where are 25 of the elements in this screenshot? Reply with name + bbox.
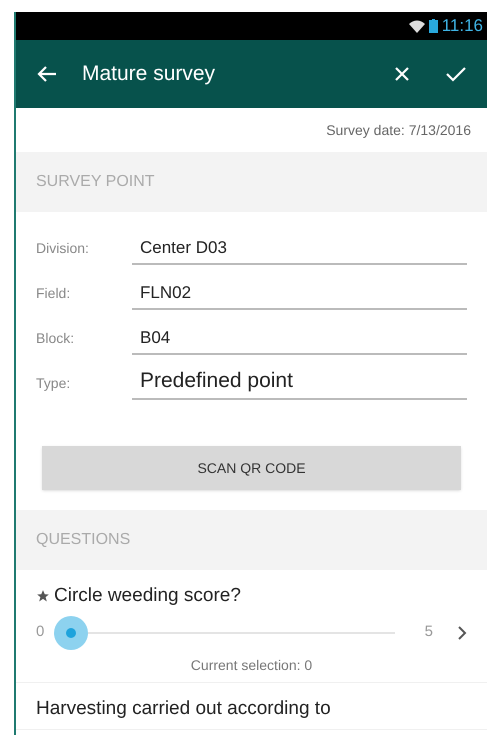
input-field[interactable]: Center D03 <box>132 237 467 265</box>
input-field[interactable]: FLN02 <box>132 282 467 310</box>
survey-date: Survey date: 7/13/2016 <box>326 120 471 140</box>
screen-title: Mature survey <box>82 61 216 88</box>
slider-max: 5 <box>424 622 433 642</box>
status-time: 11:16 <box>442 15 483 38</box>
chevron-right-icon[interactable] <box>457 624 467 640</box>
wifi-icon <box>408 20 425 32</box>
section-title: QUESTIONS <box>36 530 130 550</box>
input-field[interactable]: Predefined point <box>132 368 467 400</box>
field-label: Field: <box>36 284 72 303</box>
question-text: Harvesting carried out according to <box>36 696 331 720</box>
slider-min: 0 <box>36 622 46 642</box>
back-arrow-icon <box>37 65 57 83</box>
close-icon <box>394 66 410 82</box>
section-title: SURVEY POINT <box>36 172 155 192</box>
scan-qr-button[interactable]: SCAN QR CODE <box>42 446 461 490</box>
battery-icon <box>428 19 438 33</box>
current-selection: Current selection: 0 <box>190 656 312 674</box>
field-label: Type: <box>36 374 72 393</box>
field-label: Block: <box>36 329 76 348</box>
question-text: Circle weeding score? <box>54 584 241 608</box>
field-label: Division: <box>36 239 90 258</box>
input-field[interactable]: B04 <box>132 327 467 355</box>
checkmark-icon <box>446 66 466 82</box>
